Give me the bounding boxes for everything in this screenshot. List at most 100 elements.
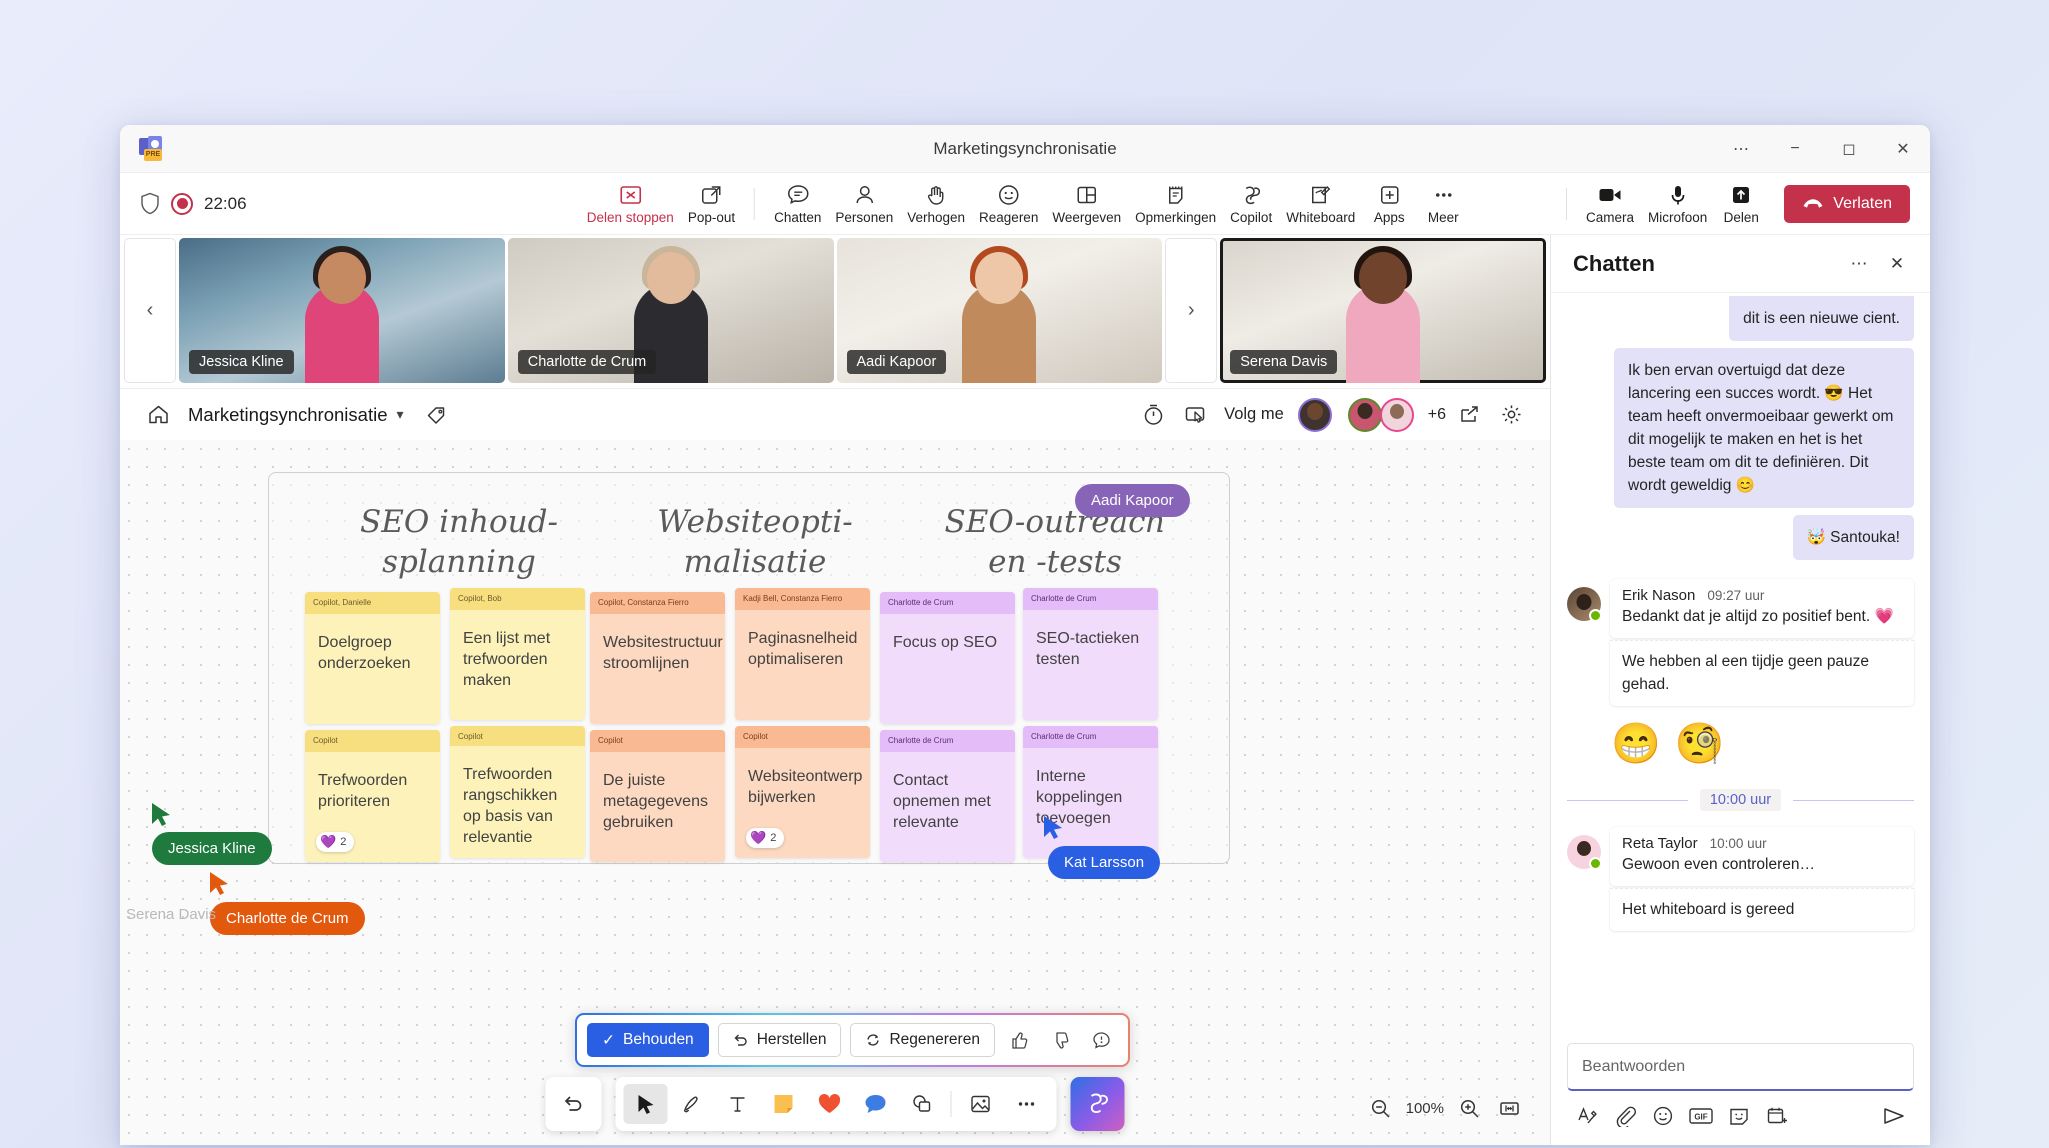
text-icon[interactable] [716,1084,760,1124]
sticky-note[interactable]: Copilot, Bob Een lijst met trefwoorden m… [450,588,585,720]
share-board-icon[interactable] [1450,396,1488,434]
window-more-options-button[interactable]: ⋯ [1714,125,1768,173]
comment-bubble-icon[interactable] [854,1084,898,1124]
chat-close-icon[interactable]: ✕ [1880,247,1914,281]
avatar-overflow-count[interactable]: +6 [1428,406,1446,424]
sticky-note-reaction[interactable]: 💜 2 [316,832,355,852]
leave-meeting-button[interactable]: Verlaten [1784,184,1910,223]
monocle-emoji[interactable]: 🧐 [1675,720,1725,767]
video-tile-aadi-kapoor[interactable]: Aadi Kapoor [836,237,1163,383]
sticky-note[interactable]: Kadji Bell, Constanza Fierro Paginasnelh… [735,588,870,720]
camera-button[interactable]: Camera [1579,181,1641,227]
people-button[interactable]: Personen [828,181,900,227]
attach-icon[interactable] [1609,1101,1641,1131]
sticky-note[interactable]: Charlotte de Crum Focus op SEO [880,592,1015,724]
copilot-fab-icon[interactable] [1070,1077,1125,1131]
more-tools-icon[interactable] [1005,1084,1049,1124]
pen-icon[interactable] [670,1084,714,1124]
video-tile-charlotte-de-crum[interactable]: Charlotte de Crum [507,237,834,383]
feedback-icon[interactable] [1086,1024,1118,1056]
fit-to-screen-icon[interactable] [1494,1093,1524,1123]
gif-icon[interactable]: GIF [1685,1101,1717,1131]
chat-timestamp: 09:27 uur [1707,588,1765,603]
filmstrip-prev-button[interactable]: ‹ [124,237,176,383]
thumbs-down-icon[interactable] [1045,1024,1077,1056]
regenerate-button[interactable]: Regenereren [850,1023,995,1057]
whiteboard-button[interactable]: Whiteboard [1279,181,1362,227]
apps-icon [1378,183,1400,207]
pop-out-button[interactable]: Pop-out [681,181,742,227]
sticky-note[interactable]: Copilot, Danielle Doelgroep onderzoeken [305,592,440,724]
reactions-button[interactable]: Reageren [972,181,1045,227]
microphone-button[interactable]: Microfoon [1641,181,1714,227]
sticky-note[interactable]: Copilot Websiteontwerp bijwerken 💜 2 [735,726,870,858]
shapes-icon[interactable] [900,1084,944,1124]
sticky-note-author: Copilot [305,730,440,752]
image-icon[interactable] [959,1084,1003,1124]
keep-button[interactable]: ✓ Behouden [587,1023,709,1057]
chat-bubble: Erik Nason 09:27 uur Bedankt dat je alti… [1610,579,1914,638]
format-icon[interactable] [1571,1101,1603,1131]
chat-compose-area: Beantwoorden GIF [1551,1043,1930,1145]
video-tile-jessica-kline[interactable]: Jessica Kline [179,237,505,383]
sticky-note[interactable]: Charlotte de Crum Contact opnemen met re… [880,730,1015,862]
sticker-icon[interactable] [1723,1101,1755,1131]
apps-button[interactable]: Apps [1362,181,1416,227]
sticky-note[interactable]: Copilot Trefwoorden rangschikken op basi… [450,726,585,858]
notes-button[interactable]: Opmerkingen [1128,181,1223,227]
column-title-2: Websiteopti- malisatie [610,502,900,582]
chat-button[interactable]: Chatten [767,181,828,227]
sticky-note-text: Trefwoorden rangschikken op basis van re… [463,766,558,846]
chat-more-options-icon[interactable]: ⋯ [1842,247,1876,281]
sticky-note[interactable]: Charlotte de Crum SEO-tactieken testen [1023,588,1158,720]
window-maximize-button[interactable]: ◻ [1822,125,1876,173]
emoji-icon[interactable] [1647,1101,1679,1131]
leave-label: Verlaten [1833,194,1892,212]
zoom-out-icon[interactable] [1366,1093,1396,1123]
zoom-level[interactable]: 100% [1406,1100,1444,1117]
presenter-icon[interactable] [1176,396,1214,434]
grinning-emoji[interactable]: 😁 [1611,720,1661,767]
whiteboard-canvas[interactable]: SEO inhoud- splanning Websiteopti- malis… [120,440,1550,1145]
more-button[interactable]: Meer [1416,181,1470,227]
window-close-button[interactable]: ✕ [1876,125,1930,173]
whiteboard-title[interactable]: Marketingsynchronisatie ▾ [188,404,404,426]
sticky-note-author: Charlotte de Crum [1023,726,1158,748]
chat-message-list[interactable]: dit is een nieuwe cient. Ik ben ervan ov… [1551,293,1930,1043]
avatar-active-presenter[interactable] [1297,397,1332,432]
copilot-button[interactable]: Copilot [1223,181,1279,227]
sticky-note[interactable]: Copilot Trefwoorden prioriteren 💜 2 [305,730,440,862]
sticky-note-author: Charlotte de Crum [880,592,1015,614]
heart-reaction-icon[interactable] [808,1084,852,1124]
follow-me-label[interactable]: Volg me [1224,405,1284,424]
stop-sharing-button[interactable]: Delen stoppen [580,181,681,227]
apps-label: Apps [1373,209,1405,225]
raise-hand-button[interactable]: Verhogen [900,181,972,227]
tag-icon[interactable] [422,400,452,430]
send-icon[interactable] [1878,1101,1910,1131]
view-button[interactable]: Weergeven [1045,181,1128,227]
filmstrip-next-button[interactable]: › [1165,237,1218,383]
more-icon [1432,183,1454,207]
undo-button[interactable]: Herstellen [717,1023,842,1057]
select-arrow-icon[interactable] [623,1084,668,1124]
schedule-icon[interactable] [1761,1101,1793,1131]
thumbs-up-icon[interactable] [1004,1024,1036,1056]
chat-input[interactable]: Beantwoorden [1567,1043,1914,1091]
column-title-3-line2: en -tests [988,544,1122,580]
window-minimize-button[interactable]: − [1768,125,1822,173]
avatar-participant-2[interactable] [1379,397,1414,432]
sticky-note-reaction[interactable]: 💜 2 [746,828,785,848]
gear-icon[interactable] [1492,396,1530,434]
sticky-note[interactable]: Copilot, Constanza Fierro Websitestructu… [590,592,725,724]
share-button[interactable]: Delen [1714,181,1768,227]
home-icon[interactable] [140,397,176,433]
zoom-in-icon[interactable] [1454,1093,1484,1123]
notes-label: Opmerkingen [1135,209,1217,225]
sticky-note[interactable]: Copilot De juiste metagegevens gebruiken [590,730,725,862]
video-tile-serena-davis[interactable]: Serena Davis [1220,237,1546,383]
avatar-participant-1[interactable] [1347,397,1382,432]
cursor-label-kat-larsson: Kat Larsson [1048,846,1161,879]
timer-icon[interactable] [1134,396,1172,434]
undo-button[interactable] [545,1077,602,1131]
